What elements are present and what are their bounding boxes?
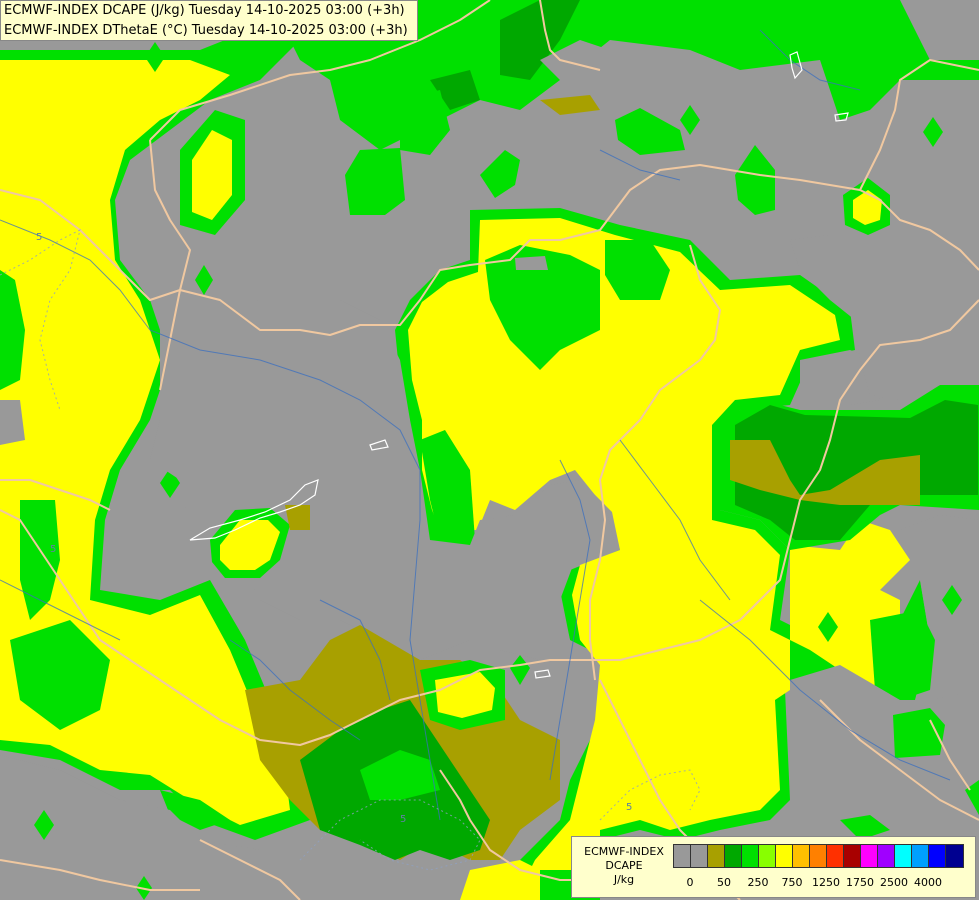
legend-swatch — [793, 845, 810, 867]
map-title-box: ECMWF-INDEX DCAPE (J/kg) Tuesday 14-10-2… — [0, 0, 418, 41]
legend-color-scale — [673, 844, 964, 868]
contour-label: 5 — [36, 232, 42, 243]
legend-swatch — [912, 845, 929, 867]
legend-swatch — [742, 845, 759, 867]
legend-swatch — [844, 845, 861, 867]
legend-unit: J/kg — [613, 873, 635, 886]
legend-swatch — [776, 845, 793, 867]
contour-label: 5 — [400, 814, 406, 825]
contour-label: 5 — [626, 802, 632, 813]
legend-tick-label: 0 — [686, 876, 694, 889]
legend-tick-label: 250 — [747, 876, 769, 889]
color-legend: ECMWF-INDEX DCAPE J/kg 0 50 250 750 1250 1750… — [571, 836, 976, 898]
dcape-map: 5 5 5 5 — [0, 0, 979, 900]
legend-swatch — [810, 845, 827, 867]
title-line-dthetae: ECMWF-INDEX DThetaE (°C) Tuesday 14-10-2… — [4, 23, 408, 38]
legend-tick-label: 2500 — [880, 876, 908, 889]
legend-title: ECMWF-INDEX DCAPE J/kg — [576, 845, 672, 887]
map-viewer: 5 5 5 5 ECMWF-INDEX DCAPE (J/kg) Tuesday… — [0, 0, 979, 900]
legend-tick-label: 1250 — [812, 876, 840, 889]
legend-tick-label: 1750 — [846, 876, 874, 889]
contour-label: 5 — [50, 544, 56, 555]
legend-swatch — [878, 845, 895, 867]
legend-tick-label: 750 — [781, 876, 803, 889]
legend-swatch — [929, 845, 946, 867]
legend-swatch — [759, 845, 776, 867]
legend-swatch — [861, 845, 878, 867]
legend-swatch — [708, 845, 725, 867]
region-south-yellow — [435, 672, 495, 718]
legend-tick-label: 50 — [717, 876, 731, 889]
legend-swatch — [725, 845, 742, 867]
legend-parameter: DCAPE — [605, 859, 643, 872]
title-line-dcape: ECMWF-INDEX DCAPE (J/kg) Tuesday 14-10-2… — [4, 3, 405, 18]
legend-swatch — [691, 845, 708, 867]
region-east-green-2 — [870, 610, 935, 700]
legend-swatch — [674, 845, 691, 867]
legend-model: ECMWF-INDEX — [584, 845, 664, 858]
region-central-grey-slot — [515, 256, 548, 270]
legend-swatch — [827, 845, 844, 867]
legend-swatch — [895, 845, 912, 867]
legend-swatch — [946, 845, 963, 867]
legend-tick-label: 4000 — [914, 876, 942, 889]
